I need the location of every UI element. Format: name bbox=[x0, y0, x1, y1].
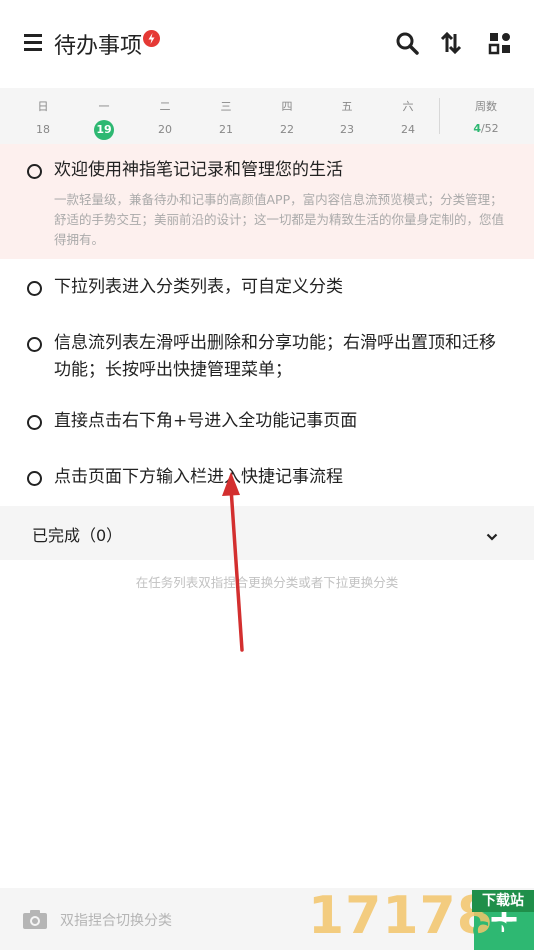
task-title: 点击页面下方输入栏进入快捷记事流程 bbox=[54, 467, 343, 487]
day-name: 一 bbox=[98, 100, 110, 113]
day-date: 22 bbox=[280, 123, 294, 136]
week-label: 周数 bbox=[475, 100, 497, 113]
task-checkbox[interactable] bbox=[27, 415, 42, 430]
task-item[interactable]: 直接点击右下角+号进入全功能记事页面 bbox=[0, 406, 534, 446]
week-current: 4 bbox=[473, 122, 481, 135]
task-item[interactable]: 欢迎使用神指笔记记录和管理您的生活 一款轻量级，兼备待办和记事的高颜值APP，富… bbox=[0, 144, 534, 259]
task-item[interactable]: 下拉列表进入分类列表，可自定义分类 bbox=[0, 272, 534, 312]
task-item[interactable]: 点击页面下方输入栏进入快捷记事流程 bbox=[0, 462, 534, 502]
quick-input-placeholder[interactable]: 双指捏合切换分类 bbox=[60, 910, 172, 930]
day-cell[interactable]: 一 19 bbox=[84, 88, 124, 140]
day-date: 23 bbox=[340, 123, 354, 136]
page-title: 待办事项 bbox=[54, 34, 143, 59]
task-title: 信息流列表左滑呼出删除和分享功能；右滑呼出置顶和迁移功能；长按呼出快捷管理菜单； bbox=[54, 333, 496, 380]
day-date: 21 bbox=[219, 123, 233, 136]
day-cell[interactable]: 六 24 bbox=[388, 88, 428, 140]
task-checkbox[interactable] bbox=[27, 337, 42, 352]
task-checkbox[interactable] bbox=[27, 164, 42, 179]
day-name: 三 bbox=[220, 100, 232, 113]
week-strip: 日 18 一 19 二 20 三 21 四 22 五 23 六 24 周数 4/… bbox=[0, 88, 534, 144]
week-number: 周数 4/52 bbox=[456, 88, 516, 135]
day-name: 日 bbox=[37, 100, 49, 113]
grid-icon[interactable] bbox=[487, 30, 513, 56]
day-name: 五 bbox=[341, 100, 353, 113]
day-name: 四 bbox=[281, 100, 293, 113]
chevron-down-icon[interactable] bbox=[486, 528, 498, 541]
day-date: 20 bbox=[158, 123, 172, 136]
day-name: 二 bbox=[159, 100, 171, 113]
today-date: 19 bbox=[94, 120, 114, 140]
task-title: 欢迎使用神指笔记记录和管理您的生活 bbox=[54, 160, 343, 180]
completed-label: 已完成（0） bbox=[32, 526, 123, 545]
task-title: 直接点击右下角+号进入全功能记事页面 bbox=[54, 411, 358, 431]
camera-icon[interactable] bbox=[22, 908, 48, 930]
day-cell[interactable]: 二 20 bbox=[145, 88, 185, 140]
sort-icon[interactable] bbox=[438, 30, 464, 56]
flash-icon bbox=[143, 30, 160, 47]
week-divider bbox=[439, 98, 440, 134]
day-cell[interactable]: 日 18 bbox=[23, 88, 63, 140]
day-date: 24 bbox=[401, 123, 415, 136]
watermark-logo: 17178 bbox=[308, 886, 494, 946]
day-cell[interactable]: 五 23 bbox=[327, 88, 367, 140]
app-header: 待办事项 bbox=[0, 0, 534, 88]
task-checkbox[interactable] bbox=[27, 471, 42, 486]
day-date: 18 bbox=[36, 123, 50, 136]
task-item[interactable]: 信息流列表左滑呼出删除和分享功能；右滑呼出置顶和迁移功能；长按呼出快捷管理菜单； bbox=[0, 328, 534, 388]
watermark-badge: 下载站 COM bbox=[472, 890, 534, 948]
week-total: /52 bbox=[480, 122, 499, 135]
watermark-top: 下载站 bbox=[472, 890, 534, 912]
menu-icon[interactable] bbox=[24, 34, 42, 52]
day-name: 六 bbox=[402, 100, 414, 113]
completed-section[interactable]: 已完成（0） bbox=[0, 506, 534, 560]
task-subtitle: 一款轻量级，兼备待办和记事的高颜值APP，富内容信息流预览模式；分类管理；舒适的… bbox=[54, 192, 505, 247]
day-cell[interactable]: 三 21 bbox=[206, 88, 246, 140]
task-title: 下拉列表进入分类列表，可自定义分类 bbox=[54, 277, 343, 297]
task-checkbox[interactable] bbox=[27, 281, 42, 296]
day-cell[interactable]: 四 22 bbox=[267, 88, 307, 140]
search-icon[interactable] bbox=[394, 30, 420, 56]
hint-text: 在任务列表双指捏合更换分类或者下拉更换分类 bbox=[135, 575, 399, 590]
watermark-bottom: COM bbox=[472, 917, 534, 945]
